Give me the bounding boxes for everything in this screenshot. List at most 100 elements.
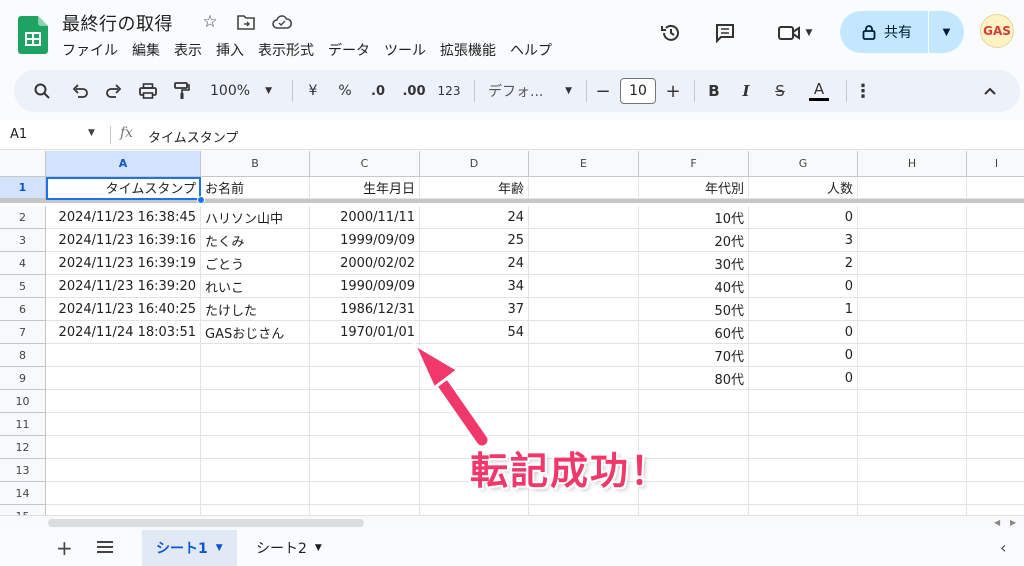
bold-button[interactable]: B <box>702 70 726 112</box>
menu-extensions[interactable]: 拡張機能 <box>440 40 496 60</box>
cell-B10[interactable] <box>201 390 310 413</box>
cell-F2[interactable]: 10代 <box>639 206 749 229</box>
meet-dropdown-icon[interactable]: ▼ <box>806 28 813 38</box>
font-select[interactable]: デフォ... ▼ <box>482 70 578 112</box>
cell-E2[interactable] <box>529 206 639 229</box>
row-header-7[interactable]: 7 <box>0 321 46 344</box>
cell-E8[interactable] <box>529 344 639 367</box>
row-header-5[interactable]: 5 <box>0 275 46 298</box>
select-all-corner[interactable] <box>0 151 46 177</box>
cell-H1[interactable] <box>858 177 967 199</box>
sheet-tab-2[interactable]: シート2 ▼ <box>242 530 336 566</box>
row-header-8[interactable]: 8 <box>0 344 46 367</box>
comments-icon[interactable] <box>710 18 740 48</box>
cell-H3[interactable] <box>858 229 967 252</box>
cell-B8[interactable] <box>201 344 310 367</box>
font-size-input[interactable]: 10 <box>620 78 656 104</box>
cell-E10[interactable] <box>529 390 639 413</box>
decrease-font-size-button[interactable]: − <box>592 70 614 112</box>
cell-G6[interactable]: 1 <box>749 298 858 321</box>
cell-E5[interactable] <box>529 275 639 298</box>
move-folder-icon[interactable] <box>234 10 258 34</box>
cell-G11[interactable] <box>749 413 858 436</box>
cell-B11[interactable] <box>201 413 310 436</box>
cell-B7[interactable]: GASおじさん <box>201 321 310 344</box>
cell-A2[interactable]: 2024/11/23 16:38:45 <box>46 206 201 229</box>
column-header-C[interactable]: C <box>310 151 420 177</box>
cell-G4[interactable]: 2 <box>749 252 858 275</box>
cell-I11[interactable] <box>967 413 1024 436</box>
cell-C6[interactable]: 1986/12/31 <box>310 298 420 321</box>
cell-B1[interactable]: お名前 <box>201 177 310 199</box>
cell-H9[interactable] <box>858 367 967 390</box>
row-header-3[interactable]: 3 <box>0 229 46 252</box>
avatar[interactable]: GAS <box>980 14 1014 48</box>
sheets-logo-icon[interactable] <box>18 16 48 54</box>
column-header-G[interactable]: G <box>749 151 858 177</box>
more-options-icon[interactable]: ⋮ <box>852 70 874 112</box>
cell-B3[interactable]: たくみ <box>201 229 310 252</box>
cell-A9[interactable] <box>46 367 201 390</box>
cell-C13[interactable] <box>310 459 420 482</box>
increase-decimal-button[interactable]: .00 <box>398 70 430 112</box>
cell-E1[interactable] <box>529 177 639 199</box>
row-header-14[interactable]: 14 <box>0 482 46 505</box>
cell-G2[interactable]: 0 <box>749 206 858 229</box>
row-header-13[interactable]: 13 <box>0 459 46 482</box>
cell-A14[interactable] <box>46 482 201 505</box>
column-header-H[interactable]: H <box>858 151 967 177</box>
column-header-D[interactable]: D <box>420 151 529 177</box>
menu-data[interactable]: データ <box>328 40 370 60</box>
cell-D5[interactable]: 34 <box>420 275 529 298</box>
cell-E4[interactable] <box>529 252 639 275</box>
cell-H8[interactable] <box>858 344 967 367</box>
menu-help[interactable]: ヘルプ <box>510 40 552 60</box>
cell-H14[interactable] <box>858 482 967 505</box>
cell-G7[interactable]: 0 <box>749 321 858 344</box>
cell-G5[interactable]: 0 <box>749 275 858 298</box>
cell-A5[interactable]: 2024/11/23 16:39:20 <box>46 275 201 298</box>
cell-D6[interactable]: 37 <box>420 298 529 321</box>
cell-F3[interactable]: 20代 <box>639 229 749 252</box>
cell-C5[interactable]: 1990/09/09 <box>310 275 420 298</box>
cell-E9[interactable] <box>529 367 639 390</box>
cell-B5[interactable]: れいこ <box>201 275 310 298</box>
cell-A6[interactable]: 2024/11/23 16:40:25 <box>46 298 201 321</box>
cell-B6[interactable]: たけした <box>201 298 310 321</box>
cell-A12[interactable] <box>46 436 201 459</box>
search-icon[interactable] <box>28 70 56 112</box>
cell-A3[interactable]: 2024/11/23 16:39:16 <box>46 229 201 252</box>
all-sheets-icon[interactable] <box>96 538 114 559</box>
increase-font-size-button[interactable]: + <box>662 70 684 112</box>
share-button[interactable]: 共有 ▼ <box>840 11 964 53</box>
row-header-9[interactable]: 9 <box>0 367 46 390</box>
cell-G1[interactable]: 人数 <box>749 177 858 199</box>
name-box-dropdown-icon[interactable]: ▼ <box>88 128 95 138</box>
cell-H13[interactable] <box>858 459 967 482</box>
name-box[interactable]: A1 <box>10 127 27 142</box>
cell-F7[interactable]: 60代 <box>639 321 749 344</box>
collapse-menus-icon[interactable] <box>976 70 1004 112</box>
redo-icon[interactable] <box>100 70 128 112</box>
row-header-1[interactable]: 1 <box>0 177 46 199</box>
cell-H12[interactable] <box>858 436 967 459</box>
cell-A13[interactable] <box>46 459 201 482</box>
cell-G8[interactable]: 0 <box>749 344 858 367</box>
cell-C1[interactable]: 生年月日 <box>310 177 420 199</box>
cell-B13[interactable] <box>201 459 310 482</box>
cell-I10[interactable] <box>967 390 1024 413</box>
undo-icon[interactable] <box>66 70 94 112</box>
cell-I12[interactable] <box>967 436 1024 459</box>
cell-H2[interactable] <box>858 206 967 229</box>
currency-format-button[interactable]: ¥ <box>300 70 326 112</box>
scroll-right-icon[interactable]: ▶ <box>1010 518 1016 527</box>
sheet-tab-2-dropdown-icon[interactable]: ▼ <box>315 543 322 553</box>
column-header-A[interactable]: A <box>46 151 201 177</box>
cell-I2[interactable] <box>967 206 1024 229</box>
column-header-B[interactable]: B <box>201 151 310 177</box>
cell-F4[interactable]: 30代 <box>639 252 749 275</box>
add-sheet-icon[interactable]: + <box>56 536 73 560</box>
cell-D4[interactable]: 24 <box>420 252 529 275</box>
cell-H7[interactable] <box>858 321 967 344</box>
cell-B4[interactable]: ごとう <box>201 252 310 275</box>
